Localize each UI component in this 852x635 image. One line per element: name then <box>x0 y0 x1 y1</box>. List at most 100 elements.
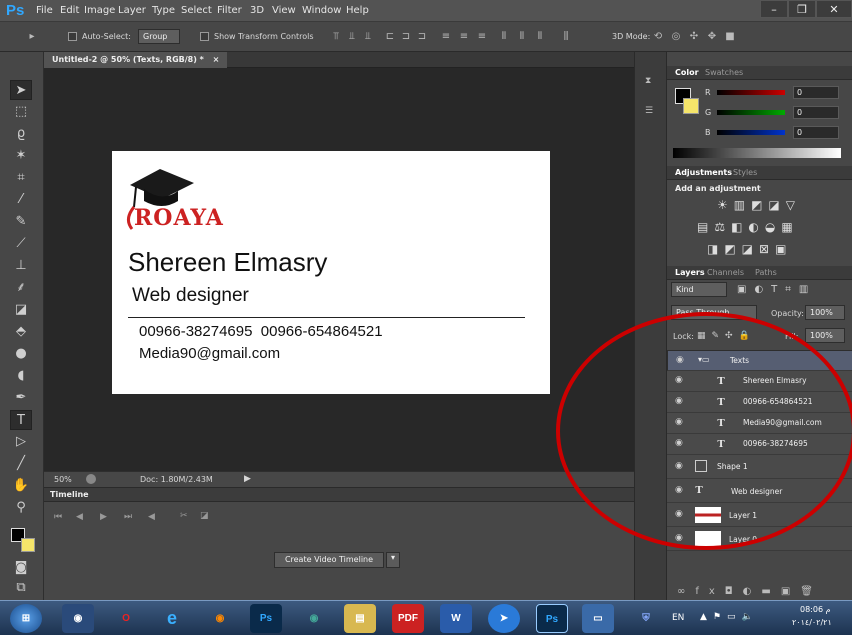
fill-input[interactable]: 100% <box>805 328 845 343</box>
clone-stamp-tool-icon[interactable]: ⊥ <box>10 256 32 276</box>
crop-tool-icon[interactable]: ⌗ <box>10 168 32 188</box>
move-tool-icon[interactable]: ➤ <box>10 80 32 100</box>
close-button[interactable]: ✕ <box>816 0 852 18</box>
menu-view[interactable]: View <box>272 5 296 16</box>
color-ramp[interactable] <box>673 148 841 158</box>
clock-time[interactable]: 08:06 م <box>800 605 831 614</box>
opacity-input[interactable]: 100% <box>805 305 845 320</box>
marquee-tool-icon[interactable]: ⬚ <box>10 102 32 122</box>
status-arrow-icon[interactable]: ▶ <box>244 474 251 484</box>
eraser-tool-icon[interactable]: ◪ <box>10 300 32 320</box>
media-player-icon[interactable]: ◉ <box>62 604 94 633</box>
auto-select-checkbox[interactable] <box>68 32 77 41</box>
properties-icon[interactable]: ☰ <box>645 106 653 116</box>
tab-swatches[interactable]: Swatches <box>705 68 743 77</box>
paint-bucket-tool-icon[interactable]: ⬘ <box>10 322 32 342</box>
adjustment-icons-row3[interactable]: ◨◩◪⊠▣ <box>707 242 792 256</box>
eyedropper-tool-icon[interactable]: ⁄ <box>10 190 32 210</box>
align-right-icon[interactable]: ⊐ <box>416 31 428 43</box>
menu-layer[interactable]: Layer <box>118 5 146 16</box>
distribute-right-icon[interactable]: ⦀ <box>534 31 546 43</box>
adjustment-icons-row1[interactable]: ☀▥◩◪▽ <box>717 198 801 212</box>
3d-drag-icon[interactable]: ✣ <box>688 31 700 43</box>
photoshop-active-icon[interactable]: Ps <box>536 604 568 633</box>
red-value[interactable]: 0 <box>793 86 839 99</box>
blue-bar[interactable] <box>717 130 785 135</box>
distribute-bottom-icon[interactable]: ≡ <box>476 31 488 43</box>
screen-mode-icon[interactable]: ⧉ <box>10 578 32 598</box>
pen-tool-icon[interactable]: ✒ <box>10 388 32 408</box>
menu-filter[interactable]: Filter <box>217 5 242 16</box>
display-icon[interactable]: ▭ <box>582 604 614 633</box>
3d-slide-icon[interactable]: ✥ <box>706 31 718 43</box>
shield-icon[interactable]: ⛨ <box>630 604 662 633</box>
app-icon[interactable]: ➤ <box>488 604 520 633</box>
close-tab-icon[interactable]: × <box>213 55 220 64</box>
firefox-icon[interactable]: ◉ <box>204 604 236 633</box>
quick-mask-icon[interactable]: ◙ <box>10 558 32 578</box>
play-icon[interactable]: ▶ <box>100 512 107 522</box>
timeline-dropdown-icon[interactable]: ▾ <box>386 552 400 568</box>
tab-styles[interactable]: Styles <box>733 168 757 177</box>
split-icon[interactable]: ✂ <box>180 511 188 521</box>
distribute-left-icon[interactable]: ⦀ <box>498 31 510 43</box>
3d-scale-icon[interactable]: ■ <box>724 31 736 43</box>
auto-align-icon[interactable]: ⫼ <box>560 31 572 43</box>
pdf-icon[interactable]: PDF <box>392 604 424 633</box>
first-frame-icon[interactable]: ⏮ <box>54 512 62 522</box>
start-button[interactable]: ⊞ <box>10 604 42 633</box>
audio-icon[interactable]: ◀ <box>148 512 155 522</box>
align-hcenter-icon[interactable]: ⊐ <box>400 31 412 43</box>
history-brush-tool-icon[interactable]: ⸙ <box>10 278 32 298</box>
align-left-icon[interactable]: ⊏ <box>384 31 396 43</box>
menu-file[interactable]: File <box>36 5 53 16</box>
magic-wand-tool-icon[interactable]: ✶ <box>10 146 32 166</box>
tab-paths[interactable]: Paths <box>755 268 777 277</box>
tab-adjustments[interactable]: Adjustments <box>675 168 732 177</box>
type-tool-icon[interactable]: T <box>10 410 32 430</box>
menu-edit[interactable]: Edit <box>60 5 79 16</box>
blue-value[interactable]: 0 <box>793 126 839 139</box>
hand-tool-icon[interactable]: ✋ <box>10 476 32 496</box>
internet-explorer-icon[interactable]: e <box>156 604 188 633</box>
show-transform-checkbox[interactable] <box>200 32 209 41</box>
menu-3d[interactable]: 3D <box>250 5 264 16</box>
distribute-top-icon[interactable]: ≡ <box>440 31 452 43</box>
brush-tool-icon[interactable]: ⟋ <box>10 234 32 254</box>
next-frame-icon[interactable]: ⏭ <box>124 512 132 522</box>
menu-select[interactable]: Select <box>181 5 212 16</box>
blue-slider[interactable]: B 0 <box>667 126 852 140</box>
menu-image[interactable]: Image <box>84 5 115 16</box>
green-value[interactable]: 0 <box>793 106 839 119</box>
lasso-tool-icon[interactable]: ϱ <box>10 124 32 144</box>
tab-layers[interactable]: Layers <box>675 268 705 277</box>
green-slider[interactable]: G 0 <box>667 106 852 120</box>
restore-button[interactable]: ❐ <box>788 0 816 18</box>
tray-icons[interactable]: ▲⚑▭🔈 <box>700 612 759 622</box>
layer-kind-filter[interactable]: Kind <box>671 282 727 297</box>
dodge-tool-icon[interactable]: ◖ <box>10 366 32 386</box>
3d-rotate-icon[interactable]: ⟲ <box>652 31 664 43</box>
file-explorer-icon[interactable]: ▤ <box>344 604 376 633</box>
prev-frame-icon[interactable]: ◀ <box>76 512 83 522</box>
document-tab[interactable]: Untitled-2 @ 50% (Texts, RGB/8) * × <box>44 52 228 68</box>
3d-roll-icon[interactable]: ◎ <box>670 31 682 43</box>
create-video-timeline-button[interactable]: Create Video Timeline <box>274 552 384 568</box>
photoshop-taskbar-icon[interactable]: Ps <box>250 604 282 633</box>
chrome-icon[interactable]: ◉ <box>298 604 330 633</box>
word-icon[interactable]: W <box>440 604 472 633</box>
green-bar[interactable] <box>717 110 785 115</box>
move-tool-icon[interactable]: ▸ <box>26 31 38 43</box>
menu-window[interactable]: Window <box>302 5 341 16</box>
red-slider[interactable]: R 0 <box>667 86 852 100</box>
tab-channels[interactable]: Channels <box>707 268 744 277</box>
distribute-vcenter-icon[interactable]: ≡ <box>458 31 470 43</box>
opera-icon[interactable]: O <box>110 604 142 633</box>
red-bar[interactable] <box>717 90 785 95</box>
transition-icon[interactable]: ◪ <box>200 511 209 521</box>
zoom-tool-icon[interactable]: ⚲ <box>10 498 32 518</box>
history-icon[interactable]: ⧗ <box>645 76 651 86</box>
menu-help[interactable]: Help <box>346 5 369 16</box>
distribute-hcenter-icon[interactable]: ⦀ <box>516 31 528 43</box>
business-card-canvas[interactable]: ROAYA Shereen Elmasry Web designer 00966… <box>112 151 550 394</box>
